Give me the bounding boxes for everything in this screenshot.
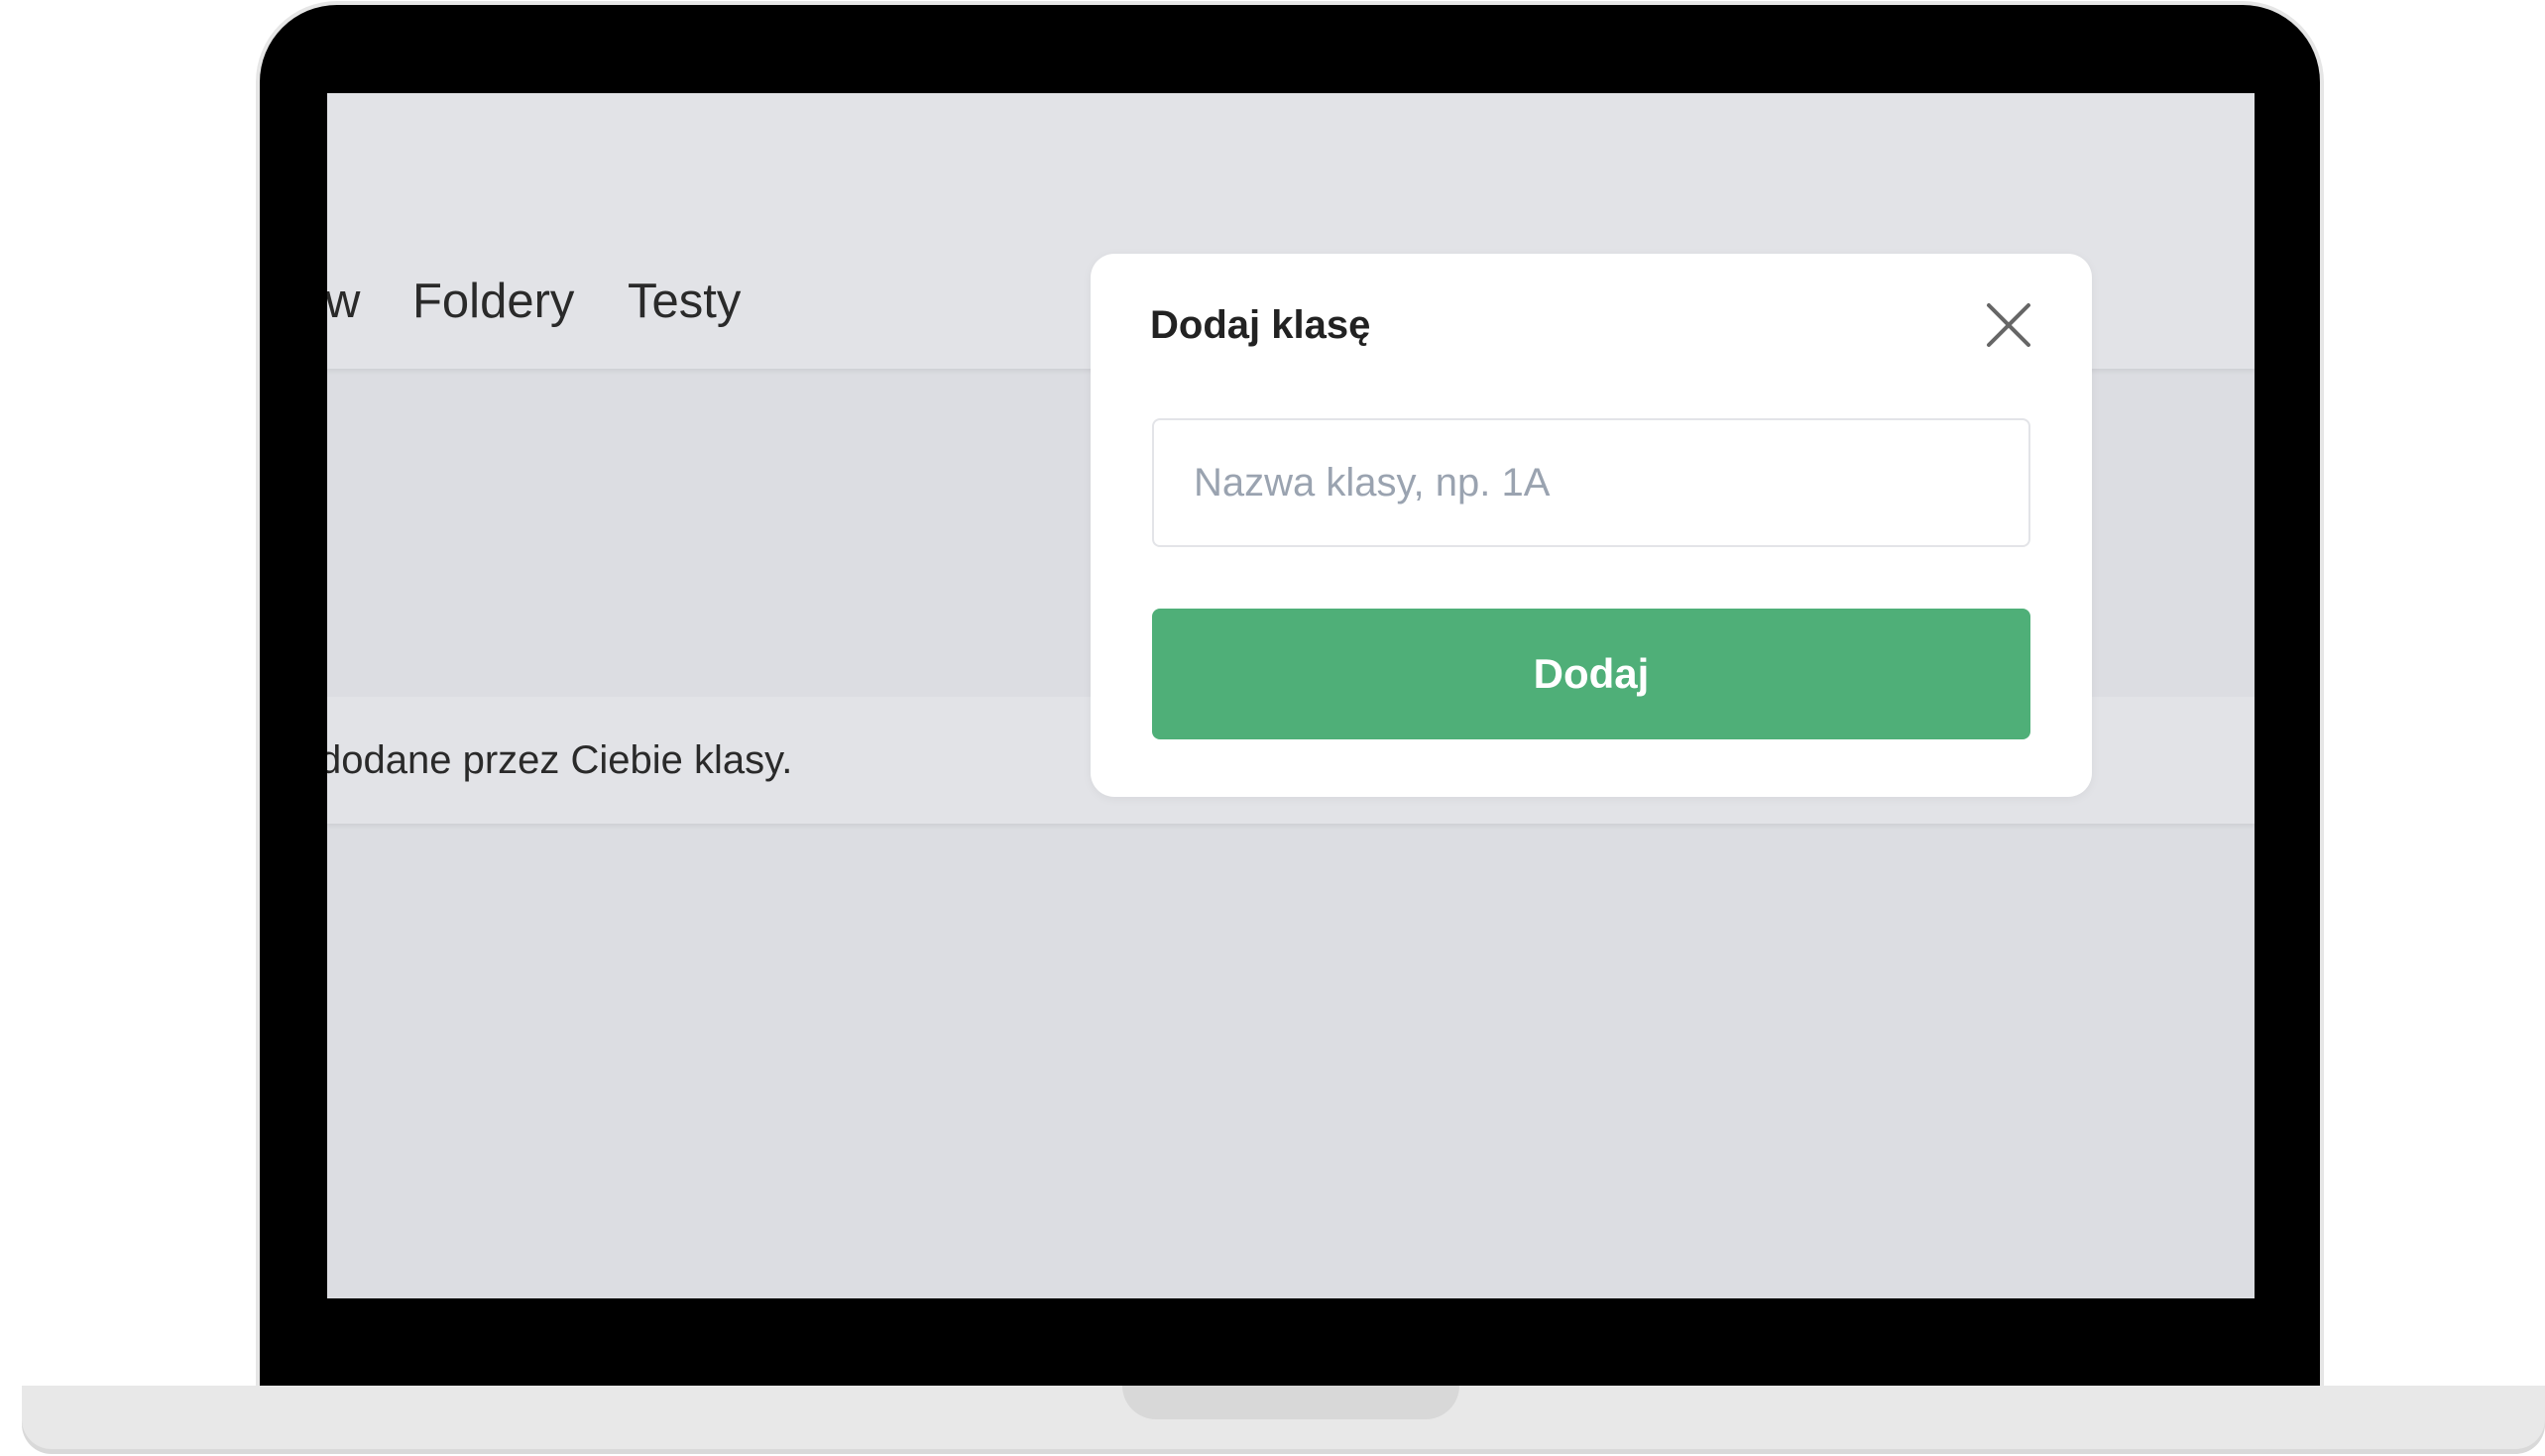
close-button[interactable] <box>1983 299 2034 351</box>
add-class-button[interactable]: Dodaj <box>1152 609 2030 739</box>
add-class-modal: Dodaj klasę Dodaj <box>1091 254 2092 797</box>
laptop-mockup: w Foldery Testy dodane przez Ciebie klas… <box>0 0 2545 1456</box>
laptop-notch <box>1122 1386 1459 1419</box>
app-screen: w Foldery Testy dodane przez Ciebie klas… <box>327 93 2255 1298</box>
nav-item-folders[interactable]: Foldery <box>412 278 574 326</box>
nav-item-tests[interactable]: Testy <box>628 278 741 326</box>
modal-title: Dodaj klasę <box>1150 303 1371 347</box>
info-text: dodane przez Ciebie klasy. <box>327 738 793 782</box>
class-name-input[interactable] <box>1152 418 2030 547</box>
nav-item-partial[interactable]: w <box>327 278 360 326</box>
close-icon <box>1987 303 2030 347</box>
